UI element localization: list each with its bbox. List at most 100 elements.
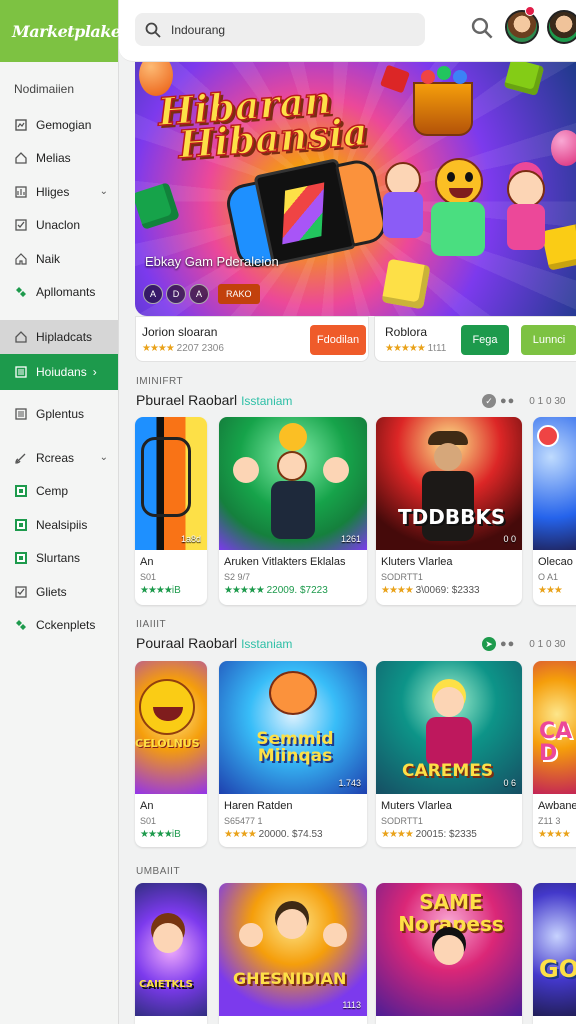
search-icon[interactable] [471, 17, 493, 39]
featured-rating: ★★★★★ 1t11 [385, 343, 447, 354]
hero-subtitle: Ebkay Gam Pderaleion [145, 254, 279, 269]
sidebar-item-slurtans[interactable]: Slurtans [0, 542, 118, 576]
card-title: Olecao [538, 556, 573, 568]
featured-item[interactable]: Jorion sloaran ★★★★ 2207 2306 Fdodilan [135, 316, 369, 362]
search-input[interactable] [171, 22, 411, 37]
balloon-icon [551, 130, 576, 166]
game-card[interactable]: SAME Norapess [376, 883, 522, 1024]
game-card[interactable]: CELOLNUS An S01 ★★★★iB [135, 661, 207, 847]
card-subtitle: O A1 [538, 572, 559, 582]
section-controls: ➤ ●● 0 1 0 30 [482, 637, 565, 651]
game-card[interactable]: 1261 Aruken Vitlakters Eklalas S2 9/7 ★★… [219, 417, 367, 605]
list-icon [14, 365, 28, 379]
carousel-prev-icon[interactable]: ✓ [482, 394, 496, 408]
sidebar-item-melias[interactable]: Melias [0, 142, 118, 176]
image-icon [14, 185, 28, 199]
sidebar-item-label: Unaclon [36, 218, 81, 233]
chevron-down-icon[interactable]: ⌄ [100, 452, 108, 463]
game-card[interactable]: 1a8d An S01 ★★★★iB [135, 417, 207, 605]
card-title: Kluters Vlarlea [381, 556, 453, 568]
treasure-basket-icon [413, 66, 473, 136]
game-thumbnail: 1a8d [135, 417, 207, 550]
game-thumbnail: GHESNIDIAN 1113 [219, 883, 367, 1016]
control-button[interactable]: D [166, 284, 186, 304]
sidebar-item-unaclon[interactable]: Unaclon [0, 209, 118, 243]
game-card[interactable]: TDDBBKS 0 0 Kluters Vlarlea SODRTT1 ★★★★… [376, 417, 522, 605]
control-button[interactable]: A [189, 284, 209, 304]
featured-action-button[interactable]: Fdodilan [310, 325, 366, 355]
card-rating: ★★★★ 20000. $74.53 [224, 829, 323, 840]
brush-icon [14, 451, 28, 465]
sidebar-item-apllomants[interactable]: Apllomants [0, 276, 118, 310]
card-rating: ★★★★★ 22009. $7223 [224, 585, 328, 596]
sidebar-item-label: Cemp [36, 484, 69, 499]
sidebar-item-gemogian[interactable]: Gemogian [0, 108, 118, 142]
carousel-prev-icon[interactable]: ➤ [482, 637, 496, 651]
sidebar-item-label: Apllomants [36, 285, 96, 300]
brand-logo[interactable]: Marketplake [0, 0, 121, 62]
game-card[interactable]: CAREMES 0 6 Muters Vlarlea SODRTT1 ★★★★ … [376, 661, 522, 847]
sidebar-item-nealsipiis[interactable]: Nealsipiis [0, 508, 118, 542]
brand-name: Marketplake [12, 21, 121, 41]
pagination-dots[interactable]: ●● [500, 395, 515, 407]
game-thumbnail: Semmid Miinqas 1.743 [219, 661, 367, 794]
sidebar-item-label: Gemogian [36, 117, 92, 132]
search-box[interactable] [135, 13, 425, 46]
game-card[interactable]: GO [533, 883, 576, 1024]
sidebar-item-cckenplets[interactable]: Cckenplets [0, 609, 118, 643]
avatar[interactable] [547, 10, 576, 44]
sidebar-item-gplentus[interactable]: Gplentus [0, 398, 118, 432]
pagination-dots[interactable]: ●● [500, 638, 515, 650]
notification-badge-icon [525, 6, 535, 16]
card-title: Muters Vlarlea [381, 800, 452, 812]
card-rating: ★★★★ 3\0069: $2333 [381, 585, 480, 596]
card-title: An [140, 556, 154, 568]
sidebar-item-label: Hliges [36, 184, 70, 199]
game-thumbnail: 1261 [219, 417, 367, 550]
character-body-icon [431, 202, 485, 256]
hero-tag[interactable]: RAKO [218, 284, 260, 304]
game-card[interactable]: Semmid Miinqas 1.743 Haren Ratden S65477… [219, 661, 367, 847]
square-green-icon [14, 518, 28, 532]
featured-item[interactable]: Roblora ★★★★★ 1t11 Fega Lunnci [374, 316, 576, 362]
sidebar-item-rcreas[interactable]: Rcreas ⌄ [0, 441, 118, 475]
square-green-icon [14, 484, 28, 498]
sidebar-item-hipladcats[interactable]: Hipladcats [0, 320, 118, 354]
card-subtitle: S01 [140, 816, 157, 826]
character-face-icon [507, 170, 545, 208]
home-icon [14, 330, 28, 344]
game-thumbnail: GO [533, 883, 576, 1016]
top-bar [119, 0, 576, 62]
section-eyebrow: IMINIFRT [136, 376, 184, 387]
sidebar-item-hliges[interactable]: Hliges ⌄ [0, 175, 118, 209]
featured-secondary-button[interactable]: Lunnci [521, 325, 576, 355]
chevron-down-icon[interactable]: ⌄ [100, 186, 108, 197]
section-counter: 0 1 0 30 [529, 395, 566, 407]
card-title: Haren Ratden [224, 800, 293, 812]
character-face-icon [435, 158, 483, 206]
game-card[interactable]: CAIETKLS [135, 883, 207, 1024]
featured-rating: ★★★★ 2207 2306 [142, 343, 224, 354]
game-card[interactable]: GHESNIDIAN 1113 [219, 883, 367, 1024]
home-icon [14, 151, 28, 165]
avatar[interactable] [505, 10, 539, 44]
control-button[interactable]: A [143, 284, 163, 304]
sidebar-item-gliets[interactable]: Gliets [0, 575, 118, 609]
featured-action-button[interactable]: Fega [461, 325, 509, 355]
sidebar-item-label: Melias [36, 151, 71, 166]
game-thumbnail: CELOLNUS [135, 661, 207, 794]
character-body-icon [383, 192, 423, 238]
section-counter: 0 1 0 30 [529, 638, 566, 650]
game-card[interactable]: CA D Awbane Z11 3 ★★★★ [533, 661, 576, 847]
sidebar-item-naik[interactable]: Naik [0, 242, 118, 276]
puzzle-icon [14, 285, 28, 299]
hero-controls: A D A RAKO [143, 284, 260, 304]
sidebar-item-label: Naik [36, 251, 61, 266]
square-green-icon [14, 551, 28, 565]
game-card[interactable]: Olecao O A1 ★★★ [533, 417, 576, 605]
sidebar-item-hoiudans[interactable]: Hoiudans › [0, 353, 118, 390]
card-subtitle: S2 9/7 [224, 572, 251, 582]
hero-banner[interactable]: Hibaran Hibansia Ebkay Gam Pderaleion A … [135, 62, 576, 316]
sidebar-item-label: Gliets [36, 584, 67, 599]
sidebar-item-cemp[interactable]: Cemp [0, 475, 118, 509]
